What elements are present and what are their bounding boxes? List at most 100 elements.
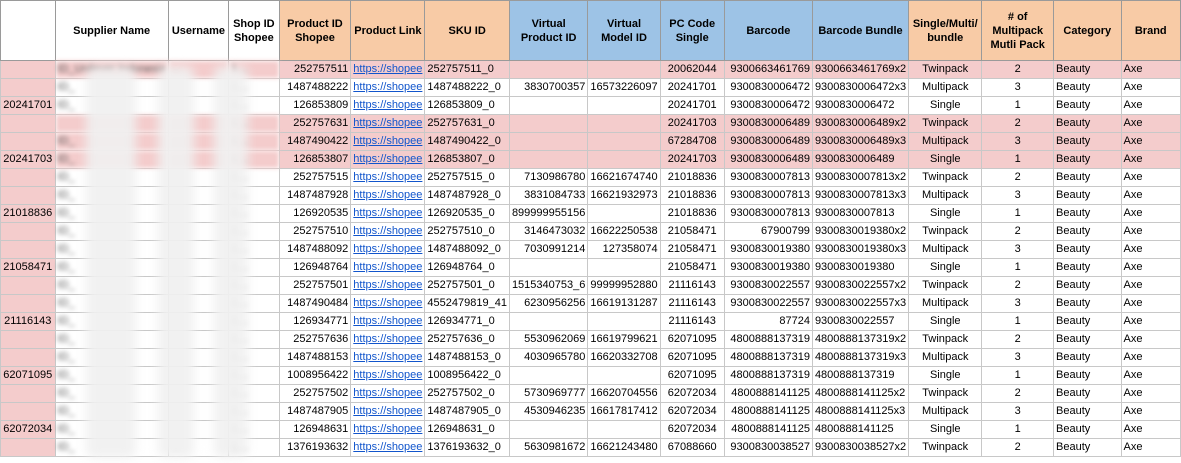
brand-cell[interactable]: Axe <box>1120 114 1181 133</box>
column-header[interactable]: Product Link <box>350 0 426 61</box>
column-header[interactable]: Virtual Model ID <box>587 0 661 61</box>
brand-cell[interactable]: Axe <box>1120 204 1181 223</box>
brand-cell[interactable]: Axe <box>1120 330 1181 349</box>
virtual-model-id-cell[interactable] <box>587 150 661 169</box>
virtual-model-id-cell[interactable] <box>587 204 661 223</box>
category-cell[interactable]: Beauty <box>1053 96 1122 115</box>
pc-code-cell[interactable]: 20062044 <box>659 60 725 79</box>
pack-type-cell[interactable]: Single <box>908 96 983 115</box>
virtual-product-id-cell[interactable]: 1515340753_6 <box>508 276 589 295</box>
product-link[interactable]: https://shopee <box>350 384 426 403</box>
pack-type-cell[interactable]: Multipack <box>908 294 983 313</box>
barcode-cell[interactable]: 9300830006489 <box>723 150 813 169</box>
barcode-cell[interactable]: 9300830019380 <box>723 240 813 259</box>
virtual-model-id-cell[interactable] <box>587 312 661 331</box>
product-link[interactable]: https://shopee <box>350 312 426 331</box>
sku-cell[interactable]: 252757631_0 <box>424 114 510 133</box>
sku-cell[interactable]: 126853807_0 <box>424 150 510 169</box>
brand-cell[interactable]: Axe <box>1120 240 1181 259</box>
multipack-count-cell[interactable]: 3 <box>981 78 1055 97</box>
pc-code-cell[interactable]: 62071095 <box>659 366 725 385</box>
group-cell[interactable] <box>0 186 56 205</box>
sku-cell[interactable]: 4552479819_41 <box>424 294 510 313</box>
multipack-count-cell[interactable]: 2 <box>981 330 1055 349</box>
virtual-product-id-cell[interactable]: 4030965780 <box>508 348 589 367</box>
virtual-model-id-cell[interactable]: 127358074 <box>587 240 661 259</box>
product-link[interactable]: https://shopee <box>350 240 426 259</box>
virtual-product-id-cell[interactable]: 7030991214 <box>508 240 589 259</box>
pc-code-cell[interactable]: 21058471 <box>659 240 725 259</box>
category-cell[interactable]: Beauty <box>1053 438 1122 457</box>
brand-cell[interactable]: Axe <box>1120 168 1181 187</box>
product-id-cell[interactable]: 1487490484 <box>278 294 352 313</box>
multipack-count-cell[interactable]: 2 <box>981 222 1055 241</box>
multipack-count-cell[interactable]: 1 <box>981 258 1055 277</box>
group-cell[interactable] <box>0 114 56 133</box>
virtual-product-id-cell[interactable]: 3830700357 <box>508 78 589 97</box>
product-link[interactable]: https://shopee <box>350 420 426 439</box>
barcode-cell[interactable]: 4800888141125 <box>723 384 813 403</box>
virtual-product-id-cell[interactable] <box>508 114 589 133</box>
pack-type-cell[interactable]: Multipack <box>908 186 983 205</box>
sku-cell[interactable]: 252757510_0 <box>424 222 510 241</box>
product-link[interactable]: https://shopee <box>350 186 426 205</box>
pc-code-cell[interactable]: 20241701 <box>659 78 725 97</box>
virtual-product-id-cell[interactable] <box>508 60 589 79</box>
sku-cell[interactable]: 1376193632_0 <box>424 438 510 457</box>
category-cell[interactable]: Beauty <box>1053 240 1122 259</box>
product-id-cell[interactable]: 252757636 <box>278 330 352 349</box>
barcode-bundle-cell[interactable]: 4800888141125x3 <box>811 402 910 421</box>
virtual-model-id-cell[interactable] <box>587 366 661 385</box>
barcode-bundle-cell[interactable]: 4800888137319 <box>811 366 910 385</box>
barcode-bundle-cell[interactable]: 9300830019380x3 <box>811 240 910 259</box>
virtual-product-id-cell[interactable] <box>508 132 589 151</box>
barcode-cell[interactable]: 4800888137319 <box>723 366 813 385</box>
pc-code-cell[interactable]: 62072034 <box>659 384 725 403</box>
virtual-product-id-cell[interactable]: 3146473032 <box>508 222 589 241</box>
pc-code-cell[interactable]: 21116143 <box>659 312 725 331</box>
product-link[interactable]: https://shopee <box>350 258 426 277</box>
category-cell[interactable]: Beauty <box>1053 294 1122 313</box>
column-header[interactable]: Single/Multi/ bundle <box>908 0 983 61</box>
barcode-bundle-cell[interactable]: 9300830007813x2 <box>811 168 910 187</box>
category-cell[interactable]: Beauty <box>1053 204 1122 223</box>
pack-type-cell[interactable]: Twinpack <box>908 330 983 349</box>
barcode-bundle-cell[interactable]: 9300830019380x2 <box>811 222 910 241</box>
barcode-bundle-cell[interactable]: 9300830007813x3 <box>811 186 910 205</box>
product-link[interactable]: https://shopee <box>350 168 426 187</box>
product-link[interactable]: https://shopee <box>350 438 426 457</box>
barcode-bundle-cell[interactable]: 4800888141125 <box>811 420 910 439</box>
pc-code-cell[interactable]: 21018836 <box>659 186 725 205</box>
multipack-count-cell[interactable]: 1 <box>981 204 1055 223</box>
category-cell[interactable]: Beauty <box>1053 222 1122 241</box>
group-cell[interactable] <box>0 438 56 457</box>
brand-cell[interactable]: Axe <box>1120 132 1181 151</box>
virtual-product-id-cell[interactable]: 5730969777 <box>508 384 589 403</box>
pack-type-cell[interactable]: Single <box>908 150 983 169</box>
barcode-cell[interactable]: 4800888137319 <box>723 348 813 367</box>
pack-type-cell[interactable]: Twinpack <box>908 384 983 403</box>
barcode-cell[interactable]: 4800888141125 <box>723 420 813 439</box>
brand-cell[interactable]: Axe <box>1120 312 1181 331</box>
barcode-bundle-cell[interactable]: 9300830007813 <box>811 204 910 223</box>
product-id-cell[interactable]: 126934771 <box>278 312 352 331</box>
brand-cell[interactable]: Axe <box>1120 258 1181 277</box>
barcode-bundle-cell[interactable]: 9300663461769x2 <box>811 60 910 79</box>
virtual-product-id-cell[interactable] <box>508 96 589 115</box>
product-id-cell[interactable]: 252757631 <box>278 114 352 133</box>
column-header[interactable]: Barcode Bundle <box>811 0 910 61</box>
product-id-cell[interactable]: 126920535 <box>278 204 352 223</box>
barcode-cell[interactable]: 4800888137319 <box>723 330 813 349</box>
multipack-count-cell[interactable]: 3 <box>981 132 1055 151</box>
barcode-cell[interactable]: 9300830022557 <box>723 294 813 313</box>
product-id-cell[interactable]: 252757511 <box>278 60 352 79</box>
barcode-cell[interactable]: 9300830006472 <box>723 96 813 115</box>
group-cell[interactable]: 21058471 <box>0 258 56 277</box>
multipack-count-cell[interactable]: 2 <box>981 384 1055 403</box>
multipack-count-cell[interactable]: 1 <box>981 420 1055 439</box>
category-cell[interactable]: Beauty <box>1053 168 1122 187</box>
pc-code-cell[interactable]: 62072034 <box>659 420 725 439</box>
virtual-model-id-cell[interactable]: 99999952880 <box>587 276 661 295</box>
product-link[interactable]: https://shopee <box>350 60 426 79</box>
virtual-model-id-cell[interactable]: 16619799621 <box>587 330 661 349</box>
